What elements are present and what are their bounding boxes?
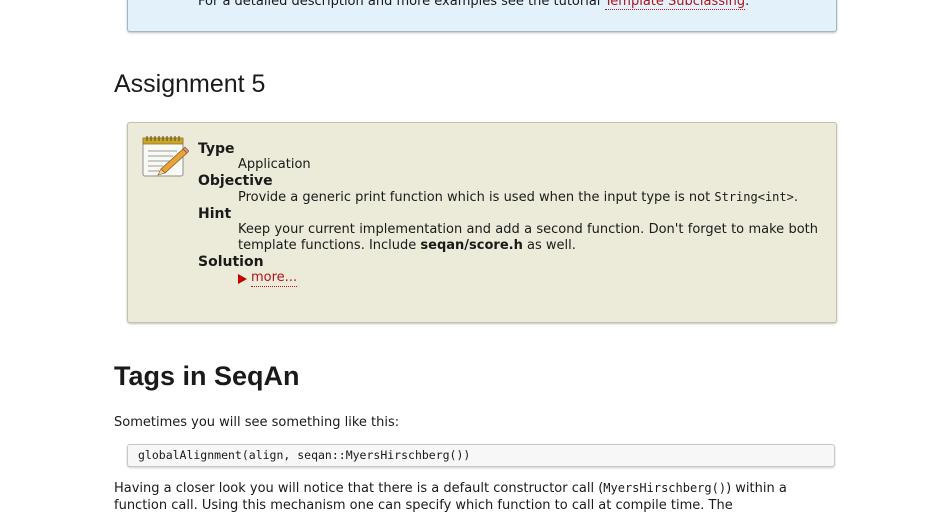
code-block: globalAlignment(align, seqan::MyersHirsc… xyxy=(127,444,835,467)
assignment-box: Type Application Objective Provide a gen… xyxy=(127,122,837,323)
expand-triangle-icon xyxy=(238,273,247,284)
info-box-text: For a detailed description and more exam… xyxy=(198,0,749,11)
objective-label: Objective xyxy=(198,173,273,189)
hint-end: as well. xyxy=(522,238,576,253)
type-value: Application xyxy=(238,157,311,172)
paragraph-code: MyersHirschberg() xyxy=(603,481,727,495)
objective-period: . xyxy=(793,190,798,205)
template-subclassing-link[interactable]: Template Subclassing xyxy=(604,0,746,10)
tags-heading: Tags in SeqAn xyxy=(114,361,300,391)
assignment-heading: Assignment 5 xyxy=(114,70,266,98)
solution-more-toggle[interactable]: more... xyxy=(238,270,298,287)
solution-label: Solution xyxy=(198,254,264,270)
hint-file: seqan/score.h xyxy=(420,238,523,253)
solution-value: more... xyxy=(238,270,818,289)
info-box: For a detailed description and more exam… xyxy=(127,0,837,32)
tags-paragraph: Having a closer look you will notice tha… xyxy=(114,480,834,514)
objective-text: Provide a generic print function which i… xyxy=(238,189,818,206)
objective-code: String<int> xyxy=(714,190,794,204)
assignment-details: Type Application Objective Provide a gen… xyxy=(198,141,818,289)
notepad-pencil-icon xyxy=(142,136,189,177)
objective-sentence: Provide a generic print function which i… xyxy=(238,190,711,205)
hint-text: Keep your current implementation and add… xyxy=(238,222,818,254)
more-label: more... xyxy=(251,270,298,287)
paragraph-text-start: Having a closer look you will notice tha… xyxy=(114,481,604,496)
info-text-prefix: For a detailed description and more exam… xyxy=(198,0,605,9)
hint-label: Hint xyxy=(198,206,232,222)
tags-intro: Sometimes you will see something like th… xyxy=(114,415,400,430)
type-label: Type xyxy=(198,141,235,157)
info-text-suffix: . xyxy=(745,0,750,9)
